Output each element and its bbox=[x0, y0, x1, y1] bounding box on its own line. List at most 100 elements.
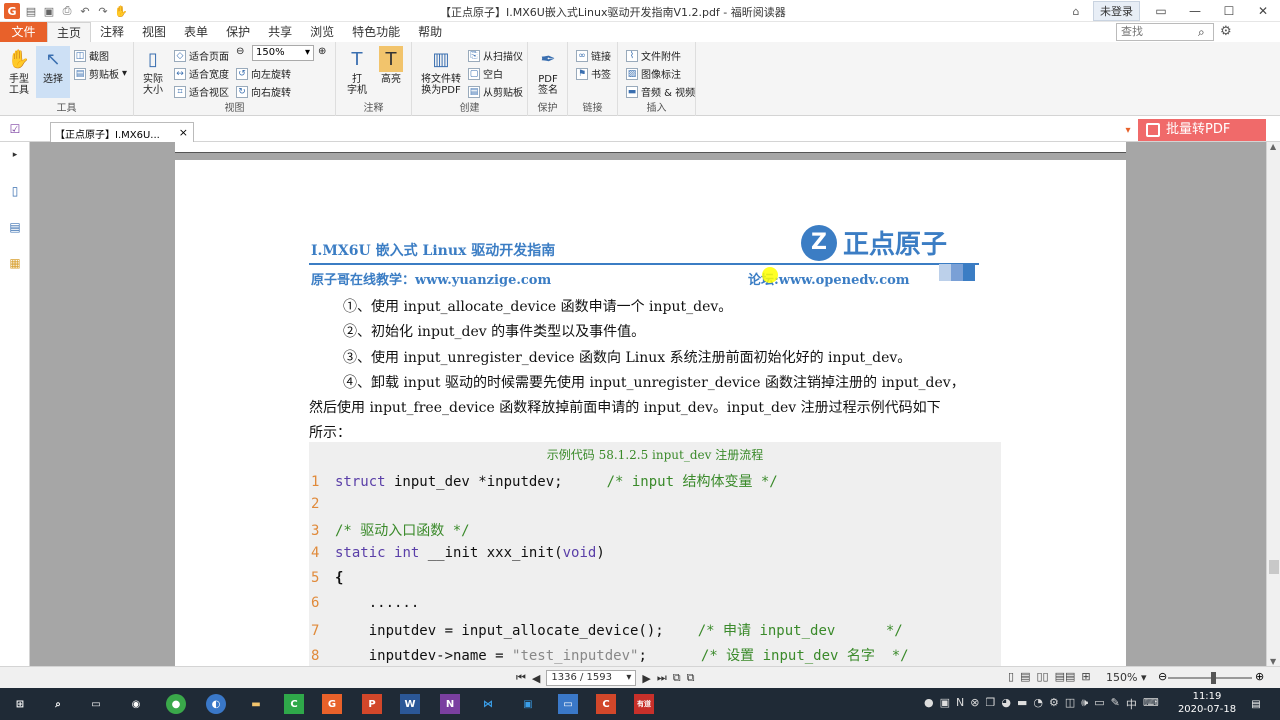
browser-icon[interactable]: ◐ bbox=[206, 694, 226, 714]
tray-icon[interactable]: N bbox=[956, 696, 964, 712]
pen-tray-icon[interactable]: ✎ bbox=[1111, 696, 1120, 712]
app-window-icon[interactable]: ▭ bbox=[558, 694, 578, 714]
tray-icon[interactable]: ❐ bbox=[985, 696, 995, 712]
search-icon[interactable]: ⌕ bbox=[1198, 25, 1205, 40]
login-button[interactable]: 未登录 bbox=[1093, 1, 1140, 21]
snapshot-button[interactable]: ◫ 截图 bbox=[74, 48, 109, 63]
fit-visible-button[interactable]: ⌗ 适合视区 bbox=[174, 84, 229, 99]
tab-protect[interactable]: 保护 bbox=[217, 22, 259, 43]
zoom-in-icon[interactable]: ⊕ bbox=[318, 46, 326, 57]
zoom-in-icon[interactable]: ⊕ bbox=[1255, 670, 1264, 683]
window-restore-icon[interactable]: ▭ bbox=[1144, 4, 1178, 18]
zoom-out-icon[interactable]: ⊖ bbox=[1158, 670, 1167, 683]
rotate-left-button[interactable]: ↺ 向左旋转 bbox=[236, 66, 291, 81]
zoom-select[interactable]: 150% ▾ bbox=[252, 45, 314, 61]
typewriter-button[interactable]: T打 字机 bbox=[340, 46, 374, 96]
link-button[interactable]: ∞ 链接 bbox=[576, 48, 611, 63]
keyboard-icon[interactable]: ⌨ bbox=[1143, 696, 1159, 712]
comments-icon[interactable]: ▦ bbox=[6, 254, 24, 272]
split-icon[interactable]: ⊞ bbox=[1081, 670, 1090, 683]
minimize-icon[interactable]: — bbox=[1178, 4, 1212, 18]
skin-icon[interactable]: ⌂ bbox=[1069, 4, 1083, 18]
fit-width-button[interactable]: ↔ 适合宽度 bbox=[174, 66, 229, 81]
gear-icon[interactable]: ⚙ bbox=[1220, 24, 1232, 39]
next-page-icon[interactable]: ▶ bbox=[642, 672, 650, 685]
open-icon[interactable]: ▤ bbox=[24, 4, 38, 18]
tab-browse[interactable]: 浏览 bbox=[301, 22, 343, 43]
app-green-icon[interactable]: ● bbox=[166, 694, 186, 714]
page-thumbnails-icon[interactable]: ▯ bbox=[6, 182, 24, 200]
undo-icon[interactable]: ↶ bbox=[78, 4, 92, 18]
tab-share[interactable]: 共享 bbox=[259, 22, 301, 43]
hand-tool-button[interactable]: ✋ 手型 工具 bbox=[2, 46, 36, 96]
save-icon[interactable]: ▣ bbox=[42, 4, 56, 18]
zoom-out-icon[interactable]: ⊖ bbox=[236, 46, 244, 57]
hand-tool-icon[interactable]: ✋ bbox=[114, 4, 128, 18]
from-clipboard-button[interactable]: ▤ 从剪贴板 bbox=[468, 84, 523, 99]
tab-comment[interactable]: 注释 bbox=[91, 22, 133, 43]
clipboard-button[interactable]: ▤ 剪贴板 ▾ bbox=[74, 66, 127, 81]
app-red-icon[interactable]: C bbox=[596, 694, 616, 714]
print-icon[interactable]: ⎙ bbox=[60, 4, 74, 18]
notification-icon[interactable]: ▤ bbox=[1246, 694, 1266, 714]
single-page-icon[interactable]: ▯ bbox=[1008, 670, 1014, 683]
vscode-icon[interactable]: ⋈ bbox=[478, 694, 498, 714]
convert-to-pdf-button[interactable]: ▥ 将文件转 换为PDF bbox=[416, 46, 466, 96]
maximize-icon[interactable]: ☐ bbox=[1212, 4, 1246, 18]
highlight-button[interactable]: T 高亮 bbox=[374, 46, 408, 85]
actual-size-button[interactable]: ▯ 实际 大小 bbox=[136, 46, 170, 96]
tray-icon[interactable]: ⚙ bbox=[1049, 696, 1059, 712]
zoom-slider-knob[interactable] bbox=[1211, 672, 1216, 684]
zoom-level[interactable]: 150% ▾ bbox=[1106, 671, 1146, 684]
pdf-sign-button[interactable]: ✒ PDF 签名 bbox=[531, 46, 565, 96]
tab-features[interactable]: 特色功能 bbox=[343, 22, 409, 43]
from-scanner-button[interactable]: ⎘ 从扫描仪 bbox=[468, 48, 523, 63]
foxit-logo[interactable]: G bbox=[4, 3, 20, 19]
continuous-icon[interactable]: ▤ bbox=[1020, 670, 1030, 683]
explorer-icon[interactable]: ▬ bbox=[246, 694, 266, 714]
camera-icon[interactable]: ◉ bbox=[126, 694, 146, 714]
network-icon[interactable]: ◫ bbox=[1065, 696, 1075, 712]
app-blue-icon[interactable]: ▣ bbox=[518, 694, 538, 714]
battery-icon[interactable]: ▭ bbox=[1094, 696, 1104, 712]
tray-icon[interactable]: ● bbox=[924, 696, 934, 712]
close-icon[interactable]: ✕ bbox=[1246, 4, 1280, 18]
scroll-thumb[interactable] bbox=[1269, 560, 1279, 574]
foxit-taskbar-icon[interactable]: G bbox=[322, 694, 342, 714]
vertical-scrollbar[interactable]: ▲ ▼ bbox=[1266, 142, 1280, 666]
continuous-facing-icon[interactable]: ▤▤ bbox=[1055, 670, 1076, 683]
prev-page-icon[interactable]: ◀ bbox=[532, 672, 540, 685]
word-icon[interactable]: W bbox=[400, 694, 420, 714]
clock[interactable]: 11:19 2020-07-18 bbox=[1176, 690, 1238, 716]
onenote-icon[interactable]: N bbox=[440, 694, 460, 714]
prev-view-icon[interactable]: ⧉ bbox=[673, 671, 681, 685]
search-icon[interactable]: ⌕ bbox=[48, 694, 68, 714]
fit-page-button[interactable]: ◇ 适合页面 bbox=[174, 48, 229, 63]
tab-view[interactable]: 视图 bbox=[133, 22, 175, 43]
file-attachment-button[interactable]: ⌇ 文件附件 bbox=[626, 48, 681, 63]
tab-file[interactable]: 文件 bbox=[0, 22, 47, 42]
scroll-down-icon[interactable]: ▼ bbox=[1270, 657, 1276, 666]
tray-icon[interactable]: ▬ bbox=[1017, 696, 1027, 712]
page-number-input[interactable]: 1336 / 1593 ▾ bbox=[546, 670, 637, 686]
scroll-up-icon[interactable]: ▲ bbox=[1270, 142, 1276, 151]
document-viewer[interactable]: I.MX6U 嵌入式 Linux 驱动开发指南 Z 正点原子 原子哥在线教学：ww… bbox=[30, 142, 1266, 666]
tab-list-icon[interactable]: ▾ bbox=[1119, 121, 1137, 139]
windows-start-icon[interactable]: ⊞ bbox=[10, 694, 30, 714]
bookmark-button[interactable]: ⚑ 书签 bbox=[576, 66, 611, 81]
document-tab[interactable]: 【正点原子】I.MX6U... × bbox=[50, 122, 194, 142]
image-annotation-button[interactable]: ▨ 图像标注 bbox=[626, 66, 681, 81]
powerpoint-icon[interactable]: P bbox=[362, 694, 382, 714]
facing-icon[interactable]: ▯▯ bbox=[1036, 670, 1048, 683]
start-icon[interactable]: ☑ bbox=[6, 120, 24, 138]
rotate-right-button[interactable]: ↻ 向右旋转 bbox=[236, 84, 291, 99]
close-tab-icon[interactable]: × bbox=[179, 126, 188, 139]
last-page-icon[interactable]: ⏭ bbox=[657, 671, 667, 685]
bookmarks-icon[interactable]: ▤ bbox=[6, 218, 24, 236]
tab-form[interactable]: 表单 bbox=[175, 22, 217, 43]
task-view-icon[interactable]: ▭ bbox=[86, 694, 106, 714]
audio-video-button[interactable]: ▬ 音频 & 视频 bbox=[626, 84, 695, 99]
app-chinese-icon[interactable]: 有道 bbox=[634, 694, 654, 714]
next-view-icon[interactable]: ⧉ bbox=[687, 671, 695, 685]
tray-icon[interactable]: ⊗ bbox=[970, 696, 979, 712]
